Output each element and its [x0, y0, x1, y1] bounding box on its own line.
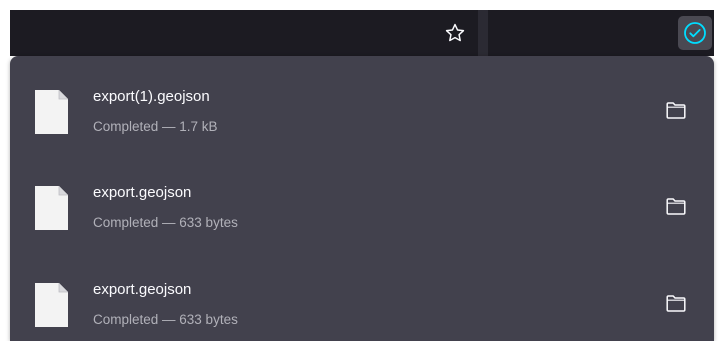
download-item[interactable]: export.geojson Completed — 633 bytes	[10, 152, 714, 248]
download-status: Completed — 633 bytes	[93, 215, 238, 230]
download-status: Completed — 1.7 kB	[93, 119, 218, 134]
downloads-panel: export(1).geojson Completed — 1.7 kB exp…	[10, 56, 714, 341]
check-circle-icon	[684, 22, 706, 44]
browser-toolbar	[10, 10, 714, 56]
download-filename: export.geojson	[93, 184, 192, 201]
show-in-folder-button[interactable]	[662, 98, 690, 122]
download-status: Completed — 633 bytes	[93, 312, 238, 327]
folder-icon	[666, 101, 686, 119]
document-icon	[35, 90, 68, 134]
download-item[interactable]: export(1).geojson Completed — 1.7 kB	[10, 56, 714, 152]
download-filename: export(1).geojson	[93, 88, 210, 105]
bookmark-star-button[interactable]	[440, 19, 470, 47]
browser-window: export(1).geojson Completed — 1.7 kB exp…	[0, 0, 724, 341]
download-item[interactable]: export.geojson Completed — 633 bytes	[10, 249, 714, 341]
star-outline-icon	[445, 23, 465, 42]
show-in-folder-button[interactable]	[662, 194, 690, 218]
show-in-folder-button[interactable]	[662, 291, 690, 315]
document-icon	[35, 283, 68, 327]
urlbar-edge	[478, 10, 488, 56]
folder-icon	[666, 197, 686, 215]
downloads-button[interactable]	[678, 16, 712, 50]
document-icon	[35, 186, 68, 230]
folder-icon	[666, 294, 686, 312]
download-filename: export.geojson	[93, 281, 192, 298]
